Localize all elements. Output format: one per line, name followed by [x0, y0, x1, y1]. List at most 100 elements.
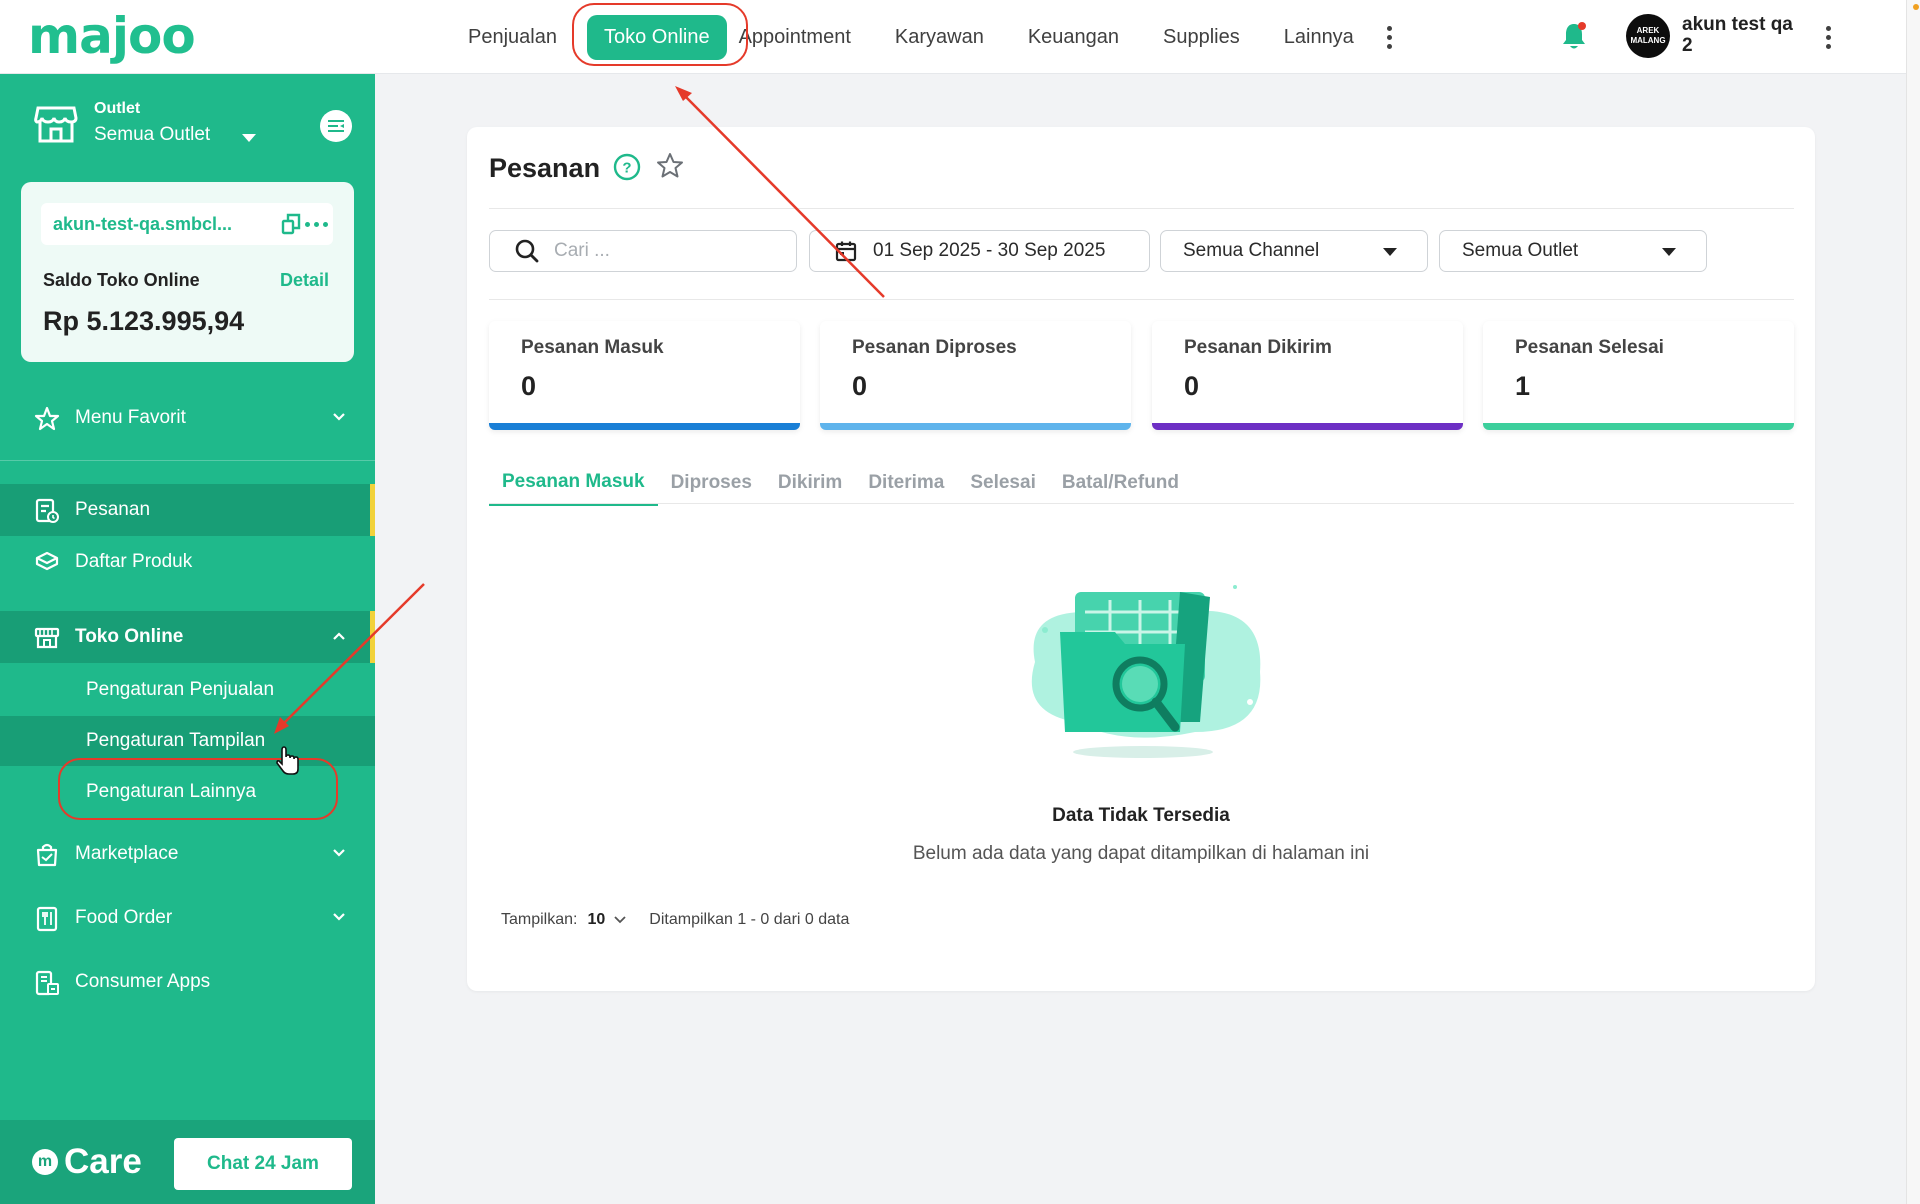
stat-bar: [1152, 423, 1463, 430]
food-order-icon: [36, 906, 58, 932]
sidebar-item-pesanan[interactable]: Pesanan: [0, 484, 375, 536]
search-input[interactable]: Cari ...: [489, 230, 797, 272]
tab-pesanan-masuk[interactable]: Pesanan Masuk: [489, 460, 658, 506]
empty-state-title: Data Tidak Tersedia: [1052, 805, 1230, 826]
nav-appointment[interactable]: Appointment: [735, 0, 873, 74]
saldo-card: akun-test-qa.smbcl... Saldo Toko Online …: [21, 182, 354, 362]
tab-diterima[interactable]: Diterima: [855, 460, 957, 506]
majoo-logo[interactable]: majoo: [28, 8, 196, 64]
nav-lainnya[interactable]: Lainnya: [1262, 0, 1376, 74]
avatar[interactable]: AREK MALANG: [1626, 14, 1670, 58]
orders-panel: Pesanan ? Cari ... 01 Sep 2025 - 30 Sep …: [467, 127, 1815, 991]
caret-down-icon: [1662, 248, 1676, 256]
chat-24-jam-button[interactable]: Chat 24 Jam: [174, 1138, 352, 1190]
saldo-amount: Rp 5.123.995,94: [43, 306, 245, 336]
stat-value: 0: [852, 371, 868, 401]
stat-card-pesanan-selesai[interactable]: Pesanan Selesai 1: [1483, 321, 1794, 430]
menu-collapse-icon: [328, 120, 344, 132]
stat-label: Pesanan Masuk: [521, 337, 664, 358]
care-bar: m Care Chat 24 Jam: [0, 1120, 375, 1204]
copy-icon[interactable]: [281, 213, 301, 235]
pager-label: Tampilkan:: [501, 911, 578, 928]
subitem-label: Pengaturan Penjualan: [86, 679, 275, 700]
stat-bar: [489, 423, 800, 430]
majoo-care-logo: m Care: [32, 1142, 142, 1182]
stat-bar: [820, 423, 1131, 430]
nav-more-icon[interactable]: [1380, 0, 1400, 74]
user-name[interactable]: akun test qa 2: [1682, 14, 1802, 56]
stat-bar: [1483, 423, 1794, 430]
chevron-down-icon: [333, 413, 345, 421]
sidebar-item-toko-online[interactable]: Toko Online: [0, 611, 375, 663]
pagination: Tampilkan: 10 Ditampilkan 1 - 0 dari 0 d…: [501, 911, 849, 929]
saldo-label: Saldo Toko Online: [43, 270, 200, 290]
stat-value: 1: [1515, 371, 1531, 401]
divider: [489, 503, 1794, 504]
star-icon: [34, 406, 60, 431]
store-url-field[interactable]: akun-test-qa.smbcl...: [41, 203, 333, 245]
nav-supplies[interactable]: Supplies: [1141, 0, 1262, 74]
calendar-icon: [835, 241, 857, 262]
store-url-text: akun-test-qa.smbcl...: [53, 214, 233, 234]
outlet-select[interactable]: Semua Outlet: [1439, 230, 1707, 272]
divider: [0, 460, 375, 461]
tab-batal-refund[interactable]: Batal/Refund: [1049, 460, 1192, 506]
date-range-picker[interactable]: 01 Sep 2025 - 30 Sep 2025: [809, 230, 1150, 272]
svg-text:?: ?: [622, 160, 631, 177]
annotation-circle-sidebar: [58, 758, 338, 820]
nav-karyawan[interactable]: Karyawan: [873, 0, 1006, 74]
channel-select[interactable]: Semua Channel: [1160, 230, 1428, 272]
sidebar-item-label: Consumer Apps: [75, 971, 211, 992]
search-placeholder: Cari ...: [554, 240, 610, 261]
page-size-select[interactable]: 10: [587, 911, 605, 929]
outlet-selector[interactable]: Outlet Semua Outlet: [34, 96, 354, 162]
stat-card-pesanan-diproses[interactable]: Pesanan Diproses 0: [820, 321, 1131, 430]
sidebar-item-label: Toko Online: [75, 626, 184, 647]
stat-card-pesanan-dikirim[interactable]: Pesanan Dikirim 0: [1152, 321, 1463, 430]
sidebar-item-menu-favorit[interactable]: Menu Favorit: [0, 392, 375, 444]
consumer-apps-icon: [35, 970, 59, 996]
outlet-label: Outlet: [94, 100, 141, 117]
stat-label: Pesanan Diproses: [852, 337, 1017, 358]
sidebar-item-daftar-produk[interactable]: Daftar Produk: [0, 536, 375, 588]
stat-value: 0: [1184, 371, 1200, 401]
empty-folder-illustration: [1031, 585, 1261, 758]
tab-selesai[interactable]: Selesai: [957, 460, 1049, 506]
help-icon[interactable]: ?: [613, 153, 641, 181]
chevron-up-icon: [333, 632, 345, 640]
storefront-icon: [34, 627, 60, 649]
top-bar: majoo Penjualan Toko Online Appointment …: [0, 0, 1906, 74]
empty-state-subtitle: Belum ada data yang dapat ditampilkan di…: [912, 843, 1370, 864]
subitem-label: Pengaturan Tampilan: [86, 730, 266, 751]
sidebar-item-label: Food Order: [75, 907, 173, 928]
caret-down-icon: [242, 134, 256, 142]
tab-dikirim[interactable]: Dikirim: [765, 460, 855, 506]
tab-diproses[interactable]: Diproses: [658, 460, 765, 506]
caret-down-icon: [1383, 248, 1397, 256]
more-options-icon[interactable]: [1826, 26, 1831, 49]
sidebar: Outlet Semua Outlet akun-test-qa.smbcl..…: [0, 74, 375, 1204]
collapse-sidebar-button[interactable]: [320, 110, 352, 142]
search-icon: [515, 239, 539, 263]
nav-penjualan[interactable]: Penjualan: [446, 0, 579, 74]
sidebar-item-label: Pesanan: [75, 499, 151, 520]
nav-keuangan[interactable]: Keuangan: [1006, 0, 1141, 74]
chevron-down-icon: [333, 913, 345, 921]
stat-label: Pesanan Selesai: [1515, 337, 1664, 358]
favorite-star-icon[interactable]: [655, 151, 685, 181]
chevron-down-icon: [333, 849, 345, 857]
detail-link[interactable]: Detail: [280, 270, 329, 291]
stat-card-pesanan-masuk[interactable]: Pesanan Masuk 0: [489, 321, 800, 430]
sidebar-subitem-pengaturan-penjualan[interactable]: Pengaturan Penjualan: [0, 665, 375, 715]
sidebar-item-marketplace[interactable]: Marketplace: [0, 828, 375, 880]
sidebar-item-food-order[interactable]: Food Order: [0, 892, 375, 944]
scrollbar[interactable]: [1906, 0, 1920, 1204]
sidebar-item-label: Marketplace: [75, 843, 179, 864]
notification-bell-icon[interactable]: [1560, 20, 1588, 52]
date-range-text: 01 Sep 2025 - 30 Sep 2025: [873, 240, 1106, 261]
marketplace-bag-icon: [36, 843, 58, 867]
sidebar-item-consumer-apps[interactable]: Consumer Apps: [0, 956, 375, 1008]
chevron-down-icon[interactable]: [613, 915, 627, 925]
more-horizontal-icon[interactable]: [305, 222, 328, 227]
order-icon: [35, 498, 59, 523]
